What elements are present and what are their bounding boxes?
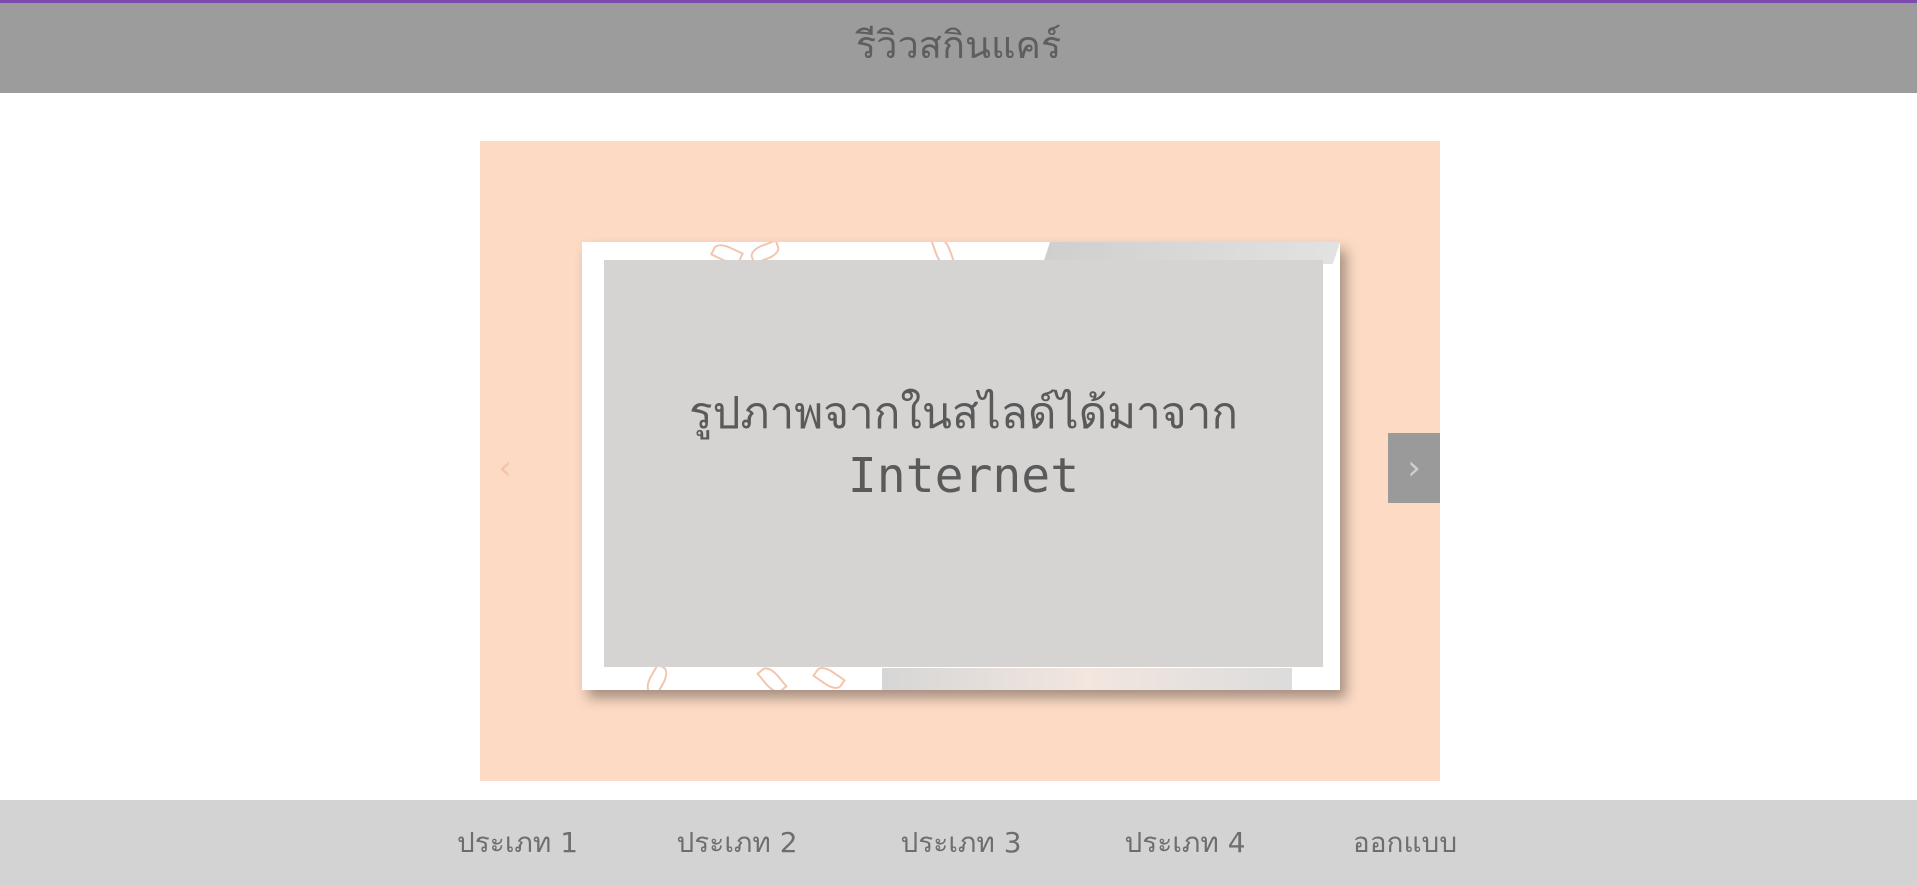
- nav-item-category-3[interactable]: ประเภท 3: [896, 800, 1026, 885]
- nav-item-category-2[interactable]: ประเภท 2: [672, 800, 802, 885]
- nav-item-category-1[interactable]: ประเภท 1: [455, 800, 580, 885]
- image-slider: รูปภาพจากในสไลด์ได้มาจาก Internet ‹ ›: [480, 141, 1440, 781]
- slider-prev-button[interactable]: ‹: [490, 433, 520, 503]
- chevron-left-icon: ‹: [498, 448, 512, 488]
- slide-image: รูปภาพจากในสไลด์ได้มาจาก Internet: [582, 242, 1340, 690]
- slide-caption-line2: Internet: [847, 447, 1080, 504]
- page-title: รีวิวสกินแคร์: [855, 22, 1062, 67]
- bottom-nav: ประเภท 1 ประเภท 2 ประเภท 3 ประเภท 4 ออกแ…: [0, 800, 1917, 885]
- nav-item-label: ประเภท 4: [1124, 825, 1246, 859]
- slider-next-button[interactable]: ›: [1388, 433, 1440, 503]
- site-header: รีวิวสกินแคร์: [0, 3, 1917, 93]
- leaf-decoration: [642, 663, 672, 690]
- slide-caption-box: รูปภาพจากในสไลด์ได้มาจาก Internet: [604, 260, 1323, 667]
- nav-item-design[interactable]: ออกแบบ: [1340, 800, 1470, 885]
- product-shadow-decoration: [882, 668, 1292, 690]
- leaf-decoration: [756, 663, 788, 690]
- slide-caption-line1: รูปภาพจากในสไลด์ได้มาจาก: [688, 387, 1239, 439]
- nav-item-label: ประเภท 1: [456, 825, 579, 859]
- nav-item-label: ประเภท 2: [676, 825, 798, 859]
- nav-item-category-4[interactable]: ประเภท 4: [1120, 800, 1250, 885]
- nav-item-label: ออกแบบ: [1352, 825, 1458, 859]
- nav-item-label: ประเภท 3: [900, 825, 1022, 859]
- chevron-right-icon: ›: [1407, 448, 1421, 488]
